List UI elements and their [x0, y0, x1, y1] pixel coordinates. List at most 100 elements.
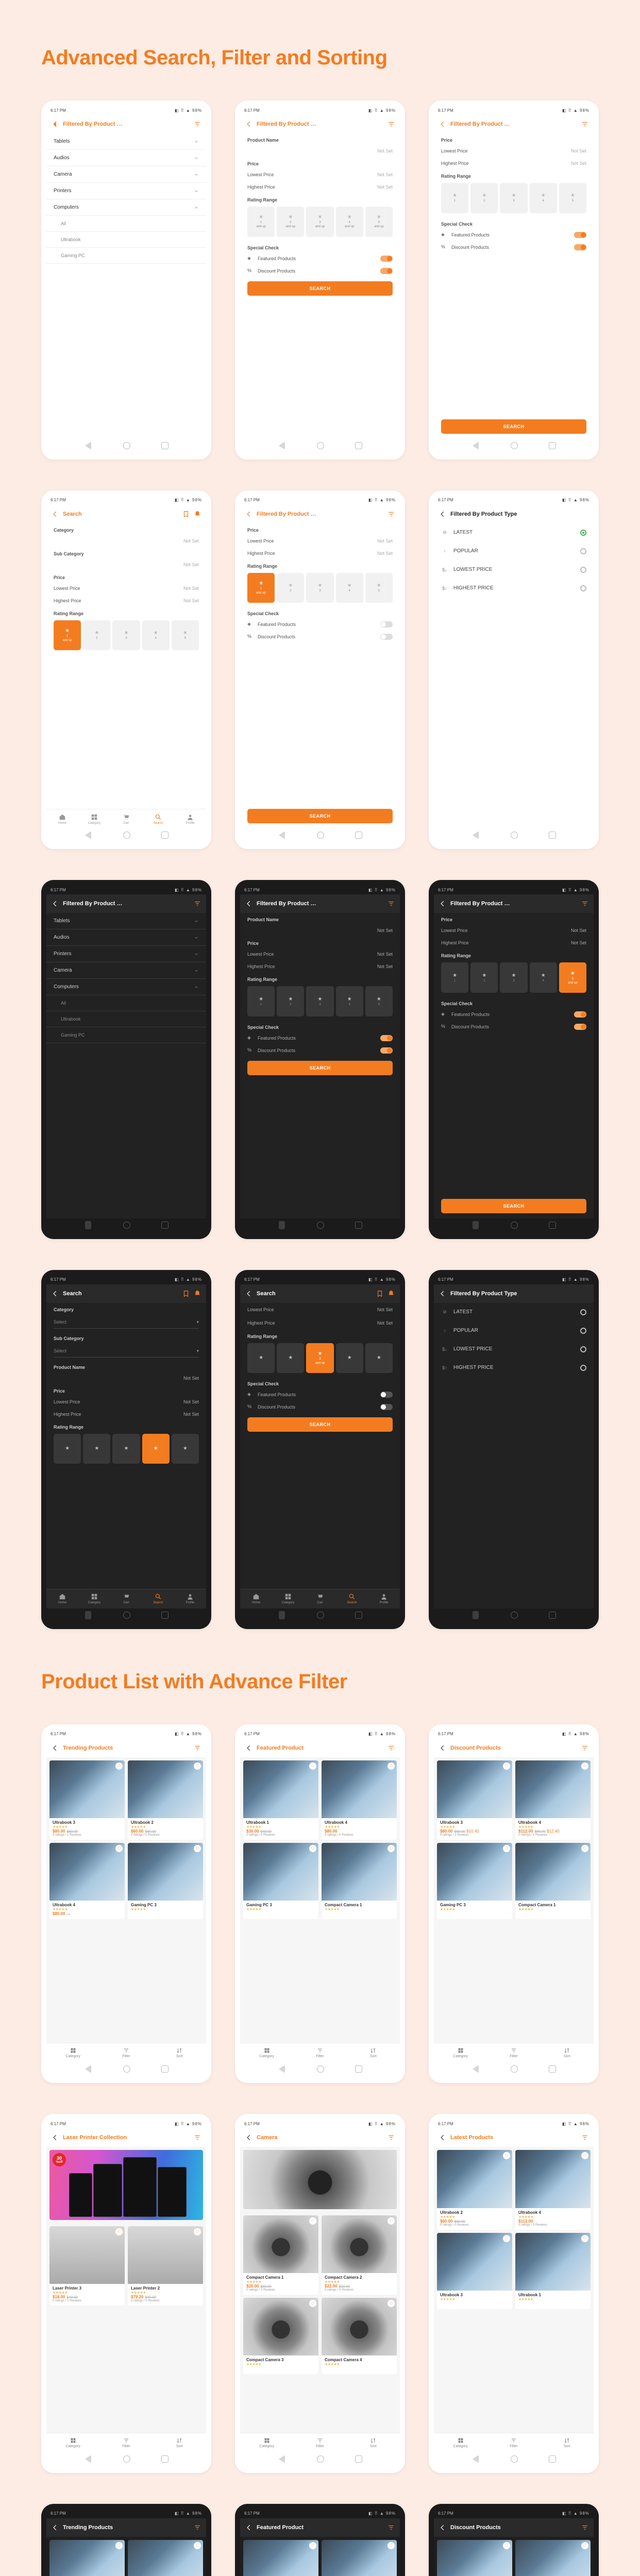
featured-toggle[interactable]: ◈Featured Products	[240, 252, 400, 265]
favorite-icon[interactable]: ♡	[309, 1845, 316, 1852]
bell-icon[interactable]	[194, 1290, 201, 1297]
subcategory-row[interactable]: Gaming PC	[46, 248, 206, 264]
filter-icon[interactable]	[388, 900, 395, 907]
filter-icon[interactable]	[581, 121, 588, 128]
filter-icon[interactable]	[388, 511, 395, 518]
subcategory-select[interactable]: Select▾	[54, 1345, 199, 1358]
tab-category[interactable]: Category	[240, 2043, 293, 2062]
tab-sort[interactable]: Sort	[541, 2433, 594, 2452]
favorite-icon[interactable]: ♡	[194, 1762, 201, 1770]
favorite-icon[interactable]: ♡	[309, 2217, 316, 2225]
category-row[interactable]: Camera	[46, 166, 206, 183]
back-icon[interactable]	[439, 2134, 446, 2141]
favorite-icon[interactable]: ♡	[503, 2542, 510, 2549]
category-select[interactable]: Select▾	[54, 1316, 199, 1329]
tab-sort[interactable]: Sort	[541, 2043, 594, 2062]
favorite-icon[interactable]: ♡	[503, 1762, 510, 1770]
favorite-icon[interactable]: ♡	[388, 2300, 395, 2307]
tab-sort[interactable]: Sort	[153, 2433, 206, 2452]
product-card[interactable]: ♡ Ultrabook 3 ★★★★★ $80.00$80.00 5 ratin…	[49, 2540, 125, 2576]
search-button[interactable]: SEARCH	[441, 1199, 586, 1213]
filter-icon[interactable]	[388, 2524, 395, 2531]
filter-icon[interactable]	[388, 1744, 395, 1752]
search-button[interactable]: SEARCH	[441, 419, 586, 434]
favorite-icon[interactable]: ♡	[503, 1845, 510, 1852]
favorite-icon[interactable]: ♡	[581, 1845, 588, 1852]
bell-icon[interactable]	[388, 1290, 395, 1297]
product-card[interactable]: ♡ Ultrabook 2 ★★★★★ $60.00$60.00 0 ratin…	[437, 2150, 512, 2229]
product-card[interactable]: ♡ Ultrabook 1 ★★★★★ $30.00$40.00 0 ratin…	[243, 1760, 318, 1840]
filter-icon[interactable]	[581, 2134, 588, 2141]
back-icon[interactable]	[245, 511, 252, 518]
search-button[interactable]: SEARCH	[247, 1061, 393, 1075]
filter-icon[interactable]	[194, 900, 201, 907]
filter-icon[interactable]	[388, 2134, 395, 2141]
sort-option[interactable]: ⊘LATEST	[434, 523, 594, 542]
filter-icon[interactable]	[581, 1744, 588, 1752]
bookmark-icon[interactable]	[182, 1290, 190, 1297]
bookmark-icon[interactable]	[182, 511, 190, 518]
product-card[interactable]: ♡ Compact Camera 2 ★★★★★ $22.00$22.00 0 …	[322, 2215, 397, 2295]
product-card[interactable]: ♡ Ultrabook 4 ★★★★★ $112.00 0 ratings / …	[515, 2150, 591, 2229]
back-icon[interactable]	[439, 1290, 446, 1297]
product-card[interactable]: ♡ Compact Camera 1 ★★★★★	[515, 1843, 591, 1919]
tab-category[interactable]: Category	[46, 2433, 99, 2452]
favorite-icon[interactable]: ♡	[581, 1762, 588, 1770]
favorite-icon[interactable]: ♡	[309, 2542, 316, 2549]
tab-sort[interactable]: Sort	[347, 2043, 400, 2062]
nav-profile[interactable]: Profile	[174, 814, 206, 825]
tab-filter[interactable]: Filter	[487, 2433, 540, 2452]
tab-category[interactable]: Category	[434, 2433, 487, 2452]
favorite-icon[interactable]: ♡	[194, 2542, 201, 2549]
favorite-icon[interactable]: ♡	[194, 1845, 201, 1852]
tab-filter[interactable]: Filter	[293, 2043, 346, 2062]
nav-cart[interactable]: Cart	[110, 814, 142, 825]
back-icon[interactable]	[52, 1744, 59, 1752]
favorite-icon[interactable]: ♡	[115, 1762, 123, 1770]
favorite-icon[interactable]: ♡	[388, 1762, 395, 1770]
product-card[interactable]: ♡ Gaming PC 3 ★★★★★	[243, 1843, 318, 1919]
back-icon[interactable]	[52, 900, 59, 907]
category-row[interactable]: Computers	[46, 199, 206, 216]
tab-filter[interactable]: Filter	[293, 2433, 346, 2452]
back-icon[interactable]	[439, 121, 446, 128]
tab-filter[interactable]: Filter	[99, 2043, 153, 2062]
favorite-icon[interactable]: ♡	[194, 2228, 201, 2235]
product-card[interactable]: ♡ Ultrabook 3 ★★★★★ $80.00$80.00 $10.40 …	[437, 2540, 512, 2576]
product-card[interactable]: ♡ Compact Camera 3 ★★★★★	[243, 2298, 318, 2374]
category-row[interactable]: Audios	[46, 150, 206, 166]
search-button[interactable]: SEARCH	[247, 281, 393, 296]
bookmark-icon[interactable]	[376, 1290, 383, 1297]
back-icon[interactable]	[245, 1744, 252, 1752]
nav-home[interactable]: Home	[46, 814, 78, 825]
favorite-icon[interactable]: ♡	[309, 2300, 316, 2307]
product-card[interactable]: ♡ Ultrabook 4 ★★★★★ $80.00 0 ratings / 0…	[322, 2540, 397, 2576]
filter-icon[interactable]	[194, 2134, 201, 2141]
back-icon[interactable]	[439, 1744, 446, 1752]
favorite-icon[interactable]: ♡	[581, 2542, 588, 2549]
rating-option[interactable]: ★1and up	[247, 207, 275, 237]
favorite-icon[interactable]: ♡	[115, 2228, 123, 2235]
promo-banner[interactable]: 30%off	[49, 2150, 203, 2219]
back-icon[interactable]	[245, 2134, 252, 2141]
filter-icon[interactable]	[581, 900, 588, 907]
sort-option[interactable]: $↑HIGHEST PRICE	[434, 579, 594, 598]
nav-category[interactable]: Category	[78, 814, 110, 825]
category-row[interactable]: Printers	[46, 183, 206, 199]
favorite-icon[interactable]: ♡	[388, 1845, 395, 1852]
filter-icon[interactable]	[194, 2524, 201, 2531]
product-card[interactable]: ♡ Ultrabook 3 ★★★★★ $80.00$80.00 5 ratin…	[49, 1760, 125, 1840]
subcategory-row[interactable]: Ultrabook	[46, 232, 206, 248]
product-card[interactable]: ♡ Ultrabook 4 ★★★★★ $80.00 0 ratings / 0…	[322, 1760, 397, 1840]
product-card[interactable]: ♡ Ultrabook 1 ★★★★★	[515, 2233, 591, 2309]
product-card[interactable]: ♡ Ultrabook 2 ★★★★★ $60.00$60.00 0 ratin…	[128, 2540, 203, 2576]
product-card[interactable]: ♡ Gaming PC 3 ★★★★★	[128, 1843, 203, 1919]
search-button[interactable]: SEARCH	[247, 809, 393, 823]
category-row[interactable]: Tablets	[46, 133, 206, 150]
back-icon[interactable]	[245, 121, 252, 128]
favorite-icon[interactable]: ♡	[309, 1762, 316, 1770]
back-icon[interactable]	[52, 2524, 59, 2531]
discount-toggle[interactable]: %Discount Products	[240, 265, 400, 277]
product-card[interactable]: ♡ Gaming PC 3 ★★★★★	[437, 1843, 512, 1919]
back-icon[interactable]	[439, 900, 446, 907]
